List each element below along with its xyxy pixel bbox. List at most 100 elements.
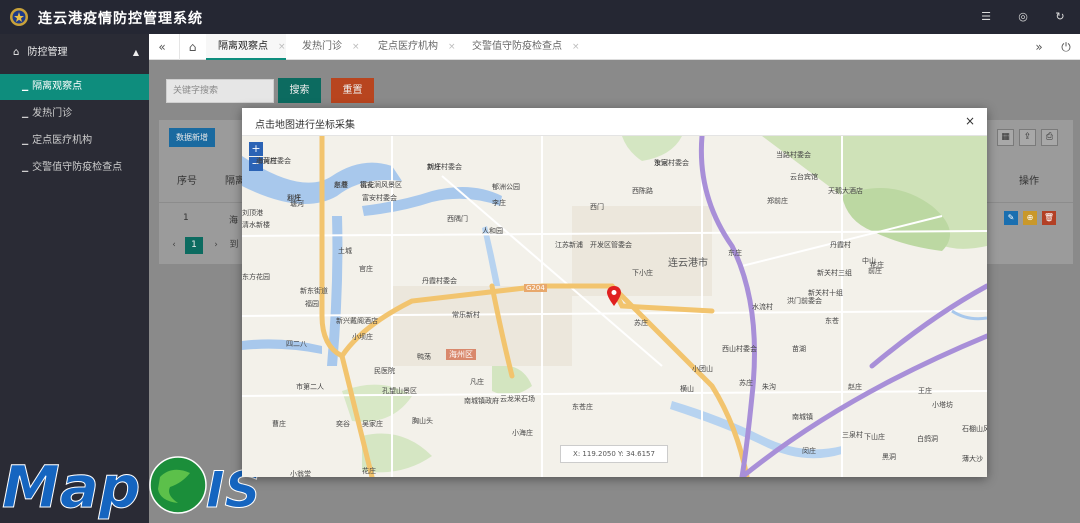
map-place-label: 苏庄 [739,379,753,387]
tab-bar: « ⌂ 隔离观察点 × 发热门诊 × 定点医疗机构 × 交警值守防疫检查点 × » ⏻ [149,34,1080,60]
column-header-index: 序号 [177,176,197,187]
map-place-label: 小翁堂 [290,470,311,477]
tab-isolation[interactable]: 隔离观察点 × [206,34,286,60]
sidebar-item-designated-hospital[interactable]: ▁ 定点医疗机构 [0,128,149,154]
prev-page-icon[interactable]: ‹ [165,237,183,254]
locate-icon[interactable]: ⊕ [1023,211,1037,225]
map-place-label: 西陈路 [632,187,653,195]
district-badge: 海州区 [446,349,476,360]
map-place-label: 王庄 [918,387,932,395]
map-place-label: 清水新楼 [242,221,270,229]
map-place-label: 新关村十组 [808,289,843,297]
map-place-label: 东苍庄 [572,403,593,411]
tabs-scroll-right-icon[interactable]: » [1026,34,1052,60]
map-place-label: 东原 [334,181,348,189]
map-place-label: 东苍 [825,317,839,325]
map-place-label: 东方花园 [242,273,270,281]
sidebar-item-isolation[interactable]: ▁ 隔离观察点 [0,74,149,100]
refresh-icon[interactable]: ↻ [1052,9,1068,25]
search-input[interactable]: 关键字搜索 [166,79,274,103]
tab-label: 定点医疗机构 [378,41,438,52]
tab-label: 交警值守防疫检查点 [472,41,562,52]
list-icon: ▁ [22,109,29,118]
coordinate-readout: X: 119.2050 Y: 34.6157 [560,445,668,463]
tab-label: 隔离观察点 [218,41,268,52]
map-place-label: 西隅门 [447,215,468,223]
svg-text:Map: Map [2,453,140,521]
map-place-label: 鸭荡 [417,353,431,361]
map-place-label: 花庄 [362,467,376,475]
close-icon[interactable]: × [572,42,580,52]
map-place-label: 横山 [680,385,694,393]
menu-icon[interactable]: ☰ [978,9,994,25]
page-number[interactable]: 1 [185,237,203,254]
map-place-label: 官庄 [359,265,373,273]
close-icon[interactable]: × [448,42,456,52]
delete-icon[interactable]: 🗑 [1042,211,1056,225]
map-place-label: 水流村 [752,303,773,311]
reset-button[interactable]: 重置 [331,78,374,103]
map-place-label: 吴家庄 [362,420,383,428]
map-place-label: 小塔坊 [932,401,953,409]
map-place-label: 小团山 [692,365,713,373]
tabs-scroll-left-icon[interactable]: « [149,34,175,60]
print-icon[interactable]: ⎙ [1041,129,1058,146]
map-place-label: 汝家村委会 [654,159,689,167]
map-place-label: 下山庄 [864,433,885,441]
sidebar-item-label: 交警值守防疫检查点 [32,162,123,173]
map-place-label: 桃花涧风景区 [360,181,402,189]
add-data-button[interactable]: 数据新增 [169,128,215,147]
dialog-header: 点击地图进行坐标采集 × [242,108,987,136]
map-place-label: 新关村三组 [817,269,852,277]
sidebar-item-checkpoint[interactable]: ▁ 交警值守防疫检查点 [0,155,149,181]
close-icon[interactable]: × [352,42,360,52]
map-place-label: 西山村委会 [722,345,757,353]
map-place-label: 闵庄 [802,447,816,455]
tab-designated-hospital[interactable]: 定点医疗机构 × [366,34,456,60]
menu-group-prevention[interactable]: ⌂ 防控管理 ▲ [0,40,149,66]
map-canvas[interactable]: + − 连云港市 小黄庄 赵巷 富安 新圩 沙圩 东河 当路村委会 富安村委会 郁洲公园 西门 西陈… [242,136,987,477]
map-place-label: 市第二人 [296,383,324,391]
map-place-label: 苗湖 [792,345,806,353]
map-base[interactable] [242,136,987,477]
sidebar-item-fever-clinic[interactable]: ▁ 发热门诊 [0,101,149,127]
map-place-label: 孔望山景区 [382,387,417,395]
next-page-icon[interactable]: › [207,237,225,254]
caret-up-icon: ▲ [132,48,139,57]
map-place-label: 石棚山风景区 [962,425,987,433]
theme-icon[interactable]: ◎ [1015,9,1031,25]
map-place-label: 云台宾馆 [790,173,818,181]
map-place-label: 下小庄 [632,269,653,277]
top-header: 连云港疫情防控管理系统 ☰ ◎ ↻ [0,0,1080,34]
police-badge-icon [10,8,28,26]
coordinate-picker-dialog: 点击地图进行坐标采集 × + − 连云港市 小黄庄 赵巷 富安 新圩 沙圩 东河… [242,108,987,477]
columns-icon[interactable]: ▦ [997,129,1014,146]
map-pin-icon[interactable] [607,286,621,306]
cell-name: 海 [229,216,239,226]
tab-fever-clinic[interactable]: 发热门诊 × [290,34,360,60]
map-place-label: 刘顶港 [242,209,263,217]
close-icon[interactable]: × [965,114,975,128]
map-place-label: 小海庄 [512,429,533,437]
map-place-label: 苏庄 [634,319,648,327]
map-place-label: 人和园 [482,227,503,235]
edit-icon[interactable]: ✎ [1004,211,1018,225]
road-badge: G204 [524,284,547,292]
close-icon[interactable]: × [278,42,286,52]
list-icon: ▁ [22,82,29,91]
map-place-label: 李庄 [492,199,506,207]
home-tab-icon[interactable]: ⌂ [179,34,205,60]
map-place-label: 朱沟 [762,383,776,391]
column-header-actions: 操作 [1019,176,1039,187]
city-label: 连云港市 [668,258,708,269]
power-icon[interactable]: ⏻ [1053,34,1079,60]
search-button[interactable]: 搜索 [278,78,321,103]
map-place-label: 开发区管委会 [590,241,632,249]
map-place-label: 薄大沙 [962,455,983,463]
map-place-label: 前庄 [868,267,882,275]
menu-group-label: 防控管理 [27,47,68,58]
map-place-label: 三泉村 [842,431,863,439]
zoom-in-button[interactable]: + [249,142,263,156]
export-icon[interactable]: ⇪ [1019,129,1036,146]
tab-checkpoint[interactable]: 交警值守防疫检查点 × [460,34,580,60]
